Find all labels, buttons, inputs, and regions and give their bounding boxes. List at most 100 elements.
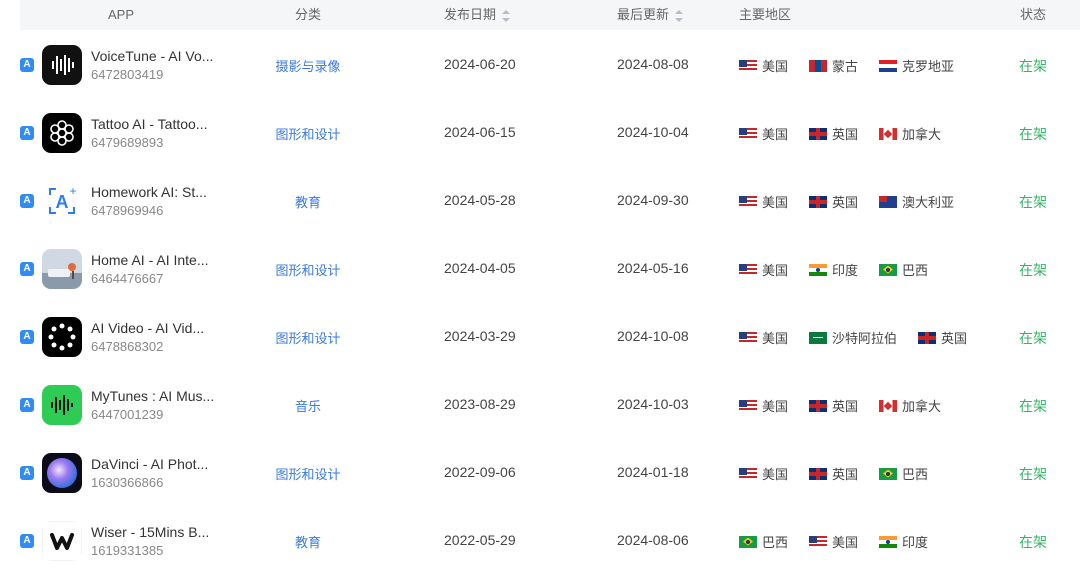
us-flag-icon [739,331,757,344]
gb-flag-icon [809,399,827,412]
br-flag-icon [879,467,897,480]
last-update-date: 2024-10-03 [617,396,689,412]
sort-icon[interactable] [502,9,511,23]
gb-flag-icon [809,127,827,140]
app-id: 1630366866 [91,475,164,490]
app-name[interactable]: Wiser - 15Mins B... [91,524,209,540]
room-interior-icon[interactable] [42,249,82,289]
region-item: 美国 [739,124,788,143]
region-item: 巴西 [879,260,928,279]
region-item: 美国 [739,56,788,75]
region-name: 英国 [832,399,859,414]
category-link[interactable]: 摄影与录像 [260,56,356,75]
category-link[interactable]: 音乐 [260,396,356,415]
letter-a-scan-icon[interactable]: A + [42,181,82,221]
region-name: 巴西 [902,263,929,278]
status-badge: 在架 [1019,330,1047,346]
us-flag-icon [739,467,757,480]
app-store-icon: A [20,534,34,548]
release-date: 2024-06-20 [444,56,516,72]
release-date: 2024-03-29 [444,328,516,344]
us-flag-icon [739,195,757,208]
region-item: 加拿大 [879,124,941,143]
region-name: 澳大利亚 [902,195,955,210]
region-name: 美国 [762,127,789,142]
table-row[interactable]: A DaVinci - AI Phot... 1630366866 图形和设计 2022… [20,439,1080,507]
ca-flag-icon [879,399,897,412]
header-last-update[interactable]: 最后更新 [617,0,684,30]
gb-flag-icon [918,331,936,344]
app-name[interactable]: DaVinci - AI Phot... [91,456,208,472]
region-name: 蒙古 [832,59,859,74]
region-item: 克罗地亚 [879,56,954,75]
svg-text:+: + [69,184,76,198]
region-item: 印度 [879,532,928,551]
app-name[interactable]: MyTunes : AI Mus... [91,388,214,404]
region-item: 英国 [809,124,858,143]
status-badge: 在架 [1019,194,1047,210]
status-badge: 在架 [1019,398,1047,414]
app-table: APP 分类 发布日期 最后更新 主要地区 状态 A VoiceTune - AI… [0,0,1080,573]
app-name[interactable]: VoiceTune - AI Vo... [91,48,213,64]
dots-ring-icon[interactable] [42,317,82,357]
table-row[interactable]: A Wiser - 15Mins B... 1619331385 教育 2022-05-… [20,507,1080,575]
letter-w-icon[interactable] [42,521,82,561]
region-item: 巴西 [879,464,928,483]
table-row[interactable]: A AI Video - AI Vid... 6478868302 图形和设计 2024… [20,303,1080,371]
app-id: 6464476667 [91,271,164,286]
table-row[interactable]: A A + Homework AI: St... 6478969946 教育 2024-05… [20,167,1080,235]
region-item: 英国 [809,396,858,415]
sa-flag-icon [809,331,827,344]
header-regions: 主要地区 [739,7,792,22]
sort-icon[interactable] [675,9,684,23]
app-name[interactable]: Tattoo AI - Tattoo... [91,116,207,132]
svg-text:A: A [56,192,69,212]
last-update-date: 2024-09-30 [617,192,689,208]
region-name: 印度 [832,263,859,278]
waveform-icon[interactable] [42,45,82,85]
us-flag-icon [739,263,757,276]
category-link[interactable]: 图形和设计 [260,260,356,279]
app-name[interactable]: AI Video - AI Vid... [91,320,204,336]
region-name: 英国 [832,195,859,210]
table-row[interactable]: A VoiceTune - AI Vo... 6472803419 摄影与录像 2024… [20,31,1080,99]
app-name[interactable]: Homework AI: St... [91,184,207,200]
flower-circles-icon[interactable] [42,113,82,153]
category-link[interactable]: 图形和设计 [260,124,356,143]
region-name: 印度 [902,535,929,550]
region-name: 美国 [762,331,789,346]
ca-flag-icon [879,127,897,140]
category-link[interactable]: 图形和设计 [260,464,356,483]
us-flag-icon [809,535,827,548]
br-flag-icon [879,263,897,276]
category-link[interactable]: 教育 [260,192,356,211]
music-wave-icon[interactable] [42,385,82,425]
region-item: 巴西 [739,532,788,551]
header-category: 分类 [295,7,322,22]
app-id: 1619331385 [91,543,164,558]
region-item: 澳大利亚 [879,192,954,211]
gb-flag-icon [809,195,827,208]
category-link[interactable]: 教育 [260,532,356,551]
gradient-orb-icon[interactable] [42,453,82,493]
in-flag-icon [809,263,827,276]
app-store-icon: A [20,194,34,208]
region-name: 克罗地亚 [902,59,955,74]
app-store-icon: A [20,58,34,72]
region-item: 美国 [739,192,788,211]
table-row[interactable]: A MyTunes : AI Mus... 6447001239 音乐 2023-08-… [20,371,1080,439]
mn-flag-icon [809,59,827,72]
release-date: 2024-04-05 [444,260,516,276]
table-row[interactable]: A Home AI - AI Inte... 6464476667 图形和设计 2024… [20,235,1080,303]
region-name: 美国 [762,399,789,414]
app-store-icon: A [20,398,34,412]
region-name: 美国 [762,195,789,210]
category-link[interactable]: 图形和设计 [260,328,356,347]
last-update-date: 2024-01-18 [617,464,689,480]
table-row[interactable]: A Tattoo AI - Tattoo... 6479689893 图形和设计 202… [20,99,1080,167]
status-badge: 在架 [1019,58,1047,74]
header-release-date[interactable]: 发布日期 [444,0,511,30]
app-id: 6478868302 [91,339,164,354]
app-name[interactable]: Home AI - AI Inte... [91,252,209,268]
app-id: 6479689893 [91,135,164,150]
